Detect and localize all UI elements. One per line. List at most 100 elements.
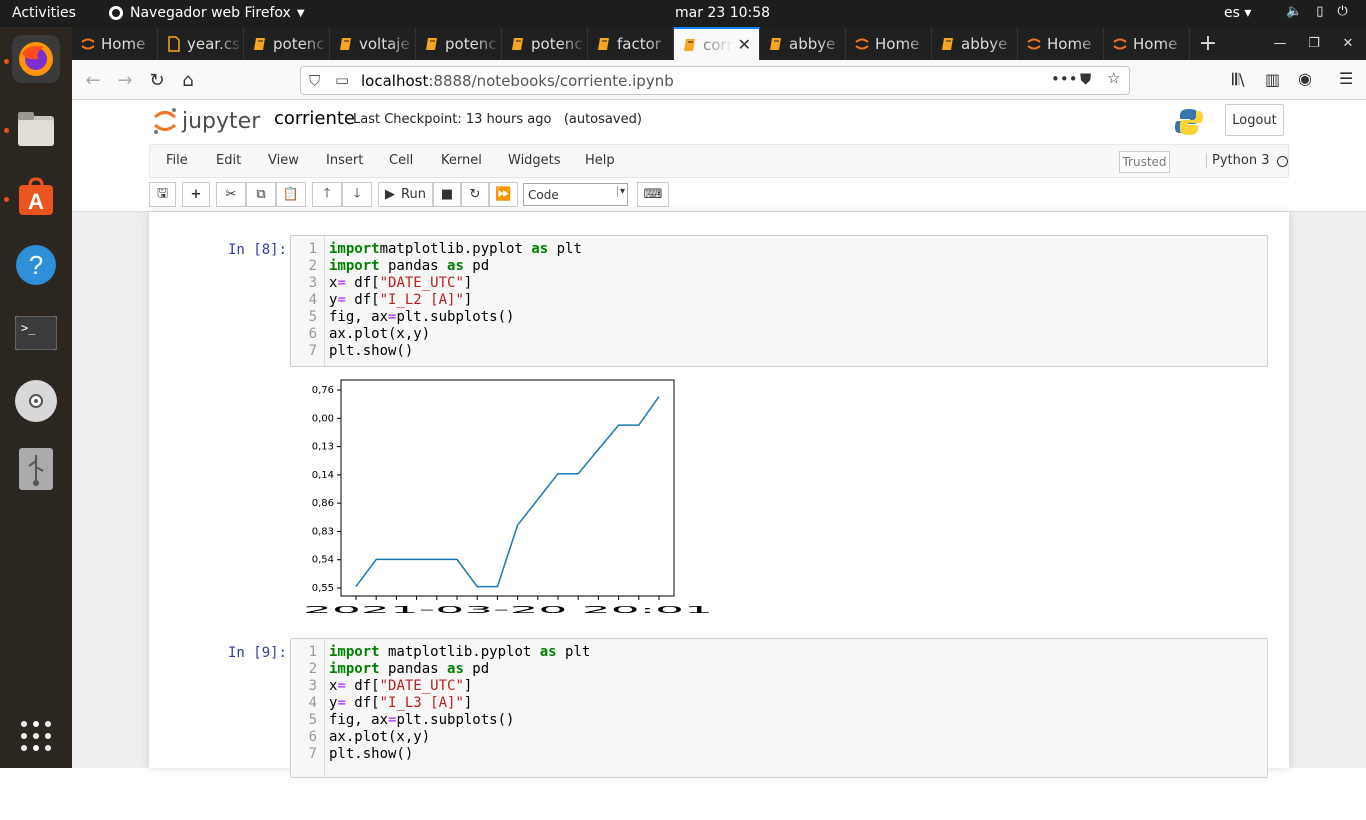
save-button[interactable]: 🖫: [149, 182, 176, 207]
hamburger-menu-icon[interactable]: ☰: [1339, 69, 1353, 88]
insert-cell-button[interactable]: +: [182, 182, 210, 207]
menu-widgets[interactable]: Widgets: [508, 153, 561, 168]
tab-fade: [647, 27, 673, 60]
code-editor[interactable]: import matplotlib.pyplot as plt import pa…: [329, 644, 590, 763]
jupyter-logo[interactable]: jupyter: [152, 106, 260, 136]
browser-tab[interactable]: Home: [72, 27, 158, 60]
files-dock-icon[interactable]: [12, 105, 60, 153]
code-token: ]: [463, 678, 473, 694]
bookmark-star-icon[interactable]: ☆: [1107, 69, 1120, 87]
browser-tab[interactable]: potenc: [502, 27, 588, 60]
move-down-button[interactable]: 🡓: [342, 182, 372, 207]
tab-strip: Home year.cs potenc voltaje potenc potenc fact…: [72, 27, 1366, 60]
code-editor[interactable]: importmatplotlib.pyplot as plt import pan…: [329, 241, 582, 360]
back-button[interactable]: ←: [81, 68, 105, 92]
line-number: 1: [308, 241, 317, 257]
code-token: "I_L2 [A]": [379, 292, 464, 308]
notebook-icon: [252, 36, 268, 52]
code-token: ax.plot(x,y): [329, 729, 431, 745]
code-token: pd: [463, 258, 490, 274]
app-menu[interactable]: Navegador web Firefox ▼: [108, 5, 305, 21]
logout-button[interactable]: Logout: [1225, 104, 1284, 136]
pocket-icon[interactable]: ⛊: [1080, 70, 1091, 88]
forward-button[interactable]: →: [113, 68, 137, 92]
system-tray[interactable]: 🔈 ▯ ⏻: [1286, 4, 1348, 19]
select-arrow-icon: ▾: [616, 186, 625, 197]
y-tick-label: 0,00: [312, 413, 334, 424]
maximize-button[interactable]: ❐: [1297, 27, 1331, 60]
keyboard-layout[interactable]: es ▾: [1224, 5, 1251, 21]
cell-type-select[interactable]: Code ▾: [523, 183, 628, 206]
menu-kernel[interactable]: Kernel: [441, 153, 482, 168]
line-number: 1: [308, 644, 317, 660]
reload-button[interactable]: ↻: [145, 68, 169, 92]
home-button[interactable]: ⌂: [176, 68, 200, 92]
close-window-button[interactable]: ✕: [1331, 27, 1365, 60]
code-token: =: [337, 678, 346, 694]
trusted-indicator[interactable]: Trusted: [1119, 151, 1170, 173]
cell-prompt: In [9]:: [227, 645, 287, 661]
tab-fade: [905, 27, 931, 60]
browser-tab[interactable]: year.cs: [158, 27, 244, 60]
new-tab-button[interactable]: +: [1190, 27, 1226, 60]
terminal-dock-icon[interactable]: >_: [12, 309, 60, 357]
paste-icon: 📋: [282, 187, 300, 202]
help-dock-icon[interactable]: ?: [12, 241, 60, 289]
code-cell[interactable]: 1 2 3 4 5 6 7 import matplotlib.pyplot as plt im…: [290, 638, 1268, 778]
show-applications-icon[interactable]: [12, 712, 60, 760]
jupyter-header: jupyter corriente Last Checkpoint: 13 ho…: [72, 100, 1366, 212]
menu-edit[interactable]: Edit: [216, 153, 241, 168]
browser-tab[interactable]: Home: [1018, 27, 1104, 60]
code-token: "DATE_UTC": [379, 678, 464, 694]
copy-button[interactable]: ⧉: [246, 182, 276, 207]
browser-tab[interactable]: potenc: [416, 27, 502, 60]
browser-tab[interactable]: corr✕: [674, 27, 760, 60]
library-icon[interactable]: 𝄃𝄃\: [1232, 70, 1245, 90]
code-cell[interactable]: 1 2 3 4 5 6 7 importmatplotlib.pyplot as plt imp…: [290, 235, 1268, 367]
account-icon[interactable]: ◉: [1298, 69, 1312, 88]
optical-disc-icon[interactable]: [12, 377, 60, 425]
url-bar[interactable]: ⛉ ▭ localhost:8888/notebooks/corriente.i…: [300, 66, 1130, 95]
notebook-name[interactable]: corriente: [274, 108, 355, 129]
code-token: matplotlib.pyplot: [379, 644, 540, 660]
sidebar-icon[interactable]: ▥: [1265, 70, 1280, 89]
move-up-button[interactable]: 🡑: [312, 182, 342, 207]
run-button[interactable]: ▶ Run: [378, 182, 433, 207]
line-number: 3: [308, 678, 317, 694]
menu-help[interactable]: Help: [585, 153, 615, 168]
paste-button[interactable]: 📋: [276, 182, 306, 207]
browser-tab[interactable]: abbye: [760, 27, 846, 60]
browser-tab[interactable]: voltaje: [330, 27, 416, 60]
firefox-dock-icon[interactable]: [12, 35, 60, 83]
restart-button[interactable]: ↻: [461, 182, 489, 207]
browser-tab[interactable]: Home: [1104, 27, 1190, 60]
minimize-button[interactable]: —: [1263, 27, 1297, 60]
restart-run-all-button[interactable]: ⏩: [489, 182, 518, 207]
power-icon: ⏻: [1337, 4, 1348, 19]
more-actions-icon[interactable]: •••: [1051, 70, 1078, 88]
activities-button[interactable]: Activities: [12, 5, 76, 21]
usb-drive-icon[interactable]: [12, 445, 60, 493]
cut-button[interactable]: ✂: [216, 182, 246, 207]
clock[interactable]: mar 23 10:58: [675, 5, 770, 21]
menu-view[interactable]: View: [268, 153, 299, 168]
restart-icon: ↻: [469, 187, 481, 202]
browser-tab[interactable]: abbye: [932, 27, 1018, 60]
menu-cell[interactable]: Cell: [389, 153, 413, 168]
menu-file[interactable]: File: [166, 153, 188, 168]
keyboard-layout-label: es: [1224, 5, 1240, 21]
close-tab-icon[interactable]: ✕: [738, 35, 751, 54]
command-palette-button[interactable]: ⌨: [637, 182, 669, 207]
software-dock-icon[interactable]: A: [12, 173, 60, 221]
menu-insert[interactable]: Insert: [326, 153, 363, 168]
browser-tab[interactable]: factor: [588, 27, 674, 60]
running-indicator: [4, 128, 9, 133]
code-token: as: [531, 241, 549, 257]
line-number: 5: [308, 309, 317, 325]
browser-tab[interactable]: potenc: [244, 27, 330, 60]
code-line: import matplotlib.pyplot as plt: [329, 644, 590, 661]
browser-tab[interactable]: Home: [846, 27, 932, 60]
interrupt-button[interactable]: ■: [433, 182, 461, 207]
code-token: plt.subplots(): [396, 712, 515, 728]
firefox-small-icon: [109, 6, 123, 20]
